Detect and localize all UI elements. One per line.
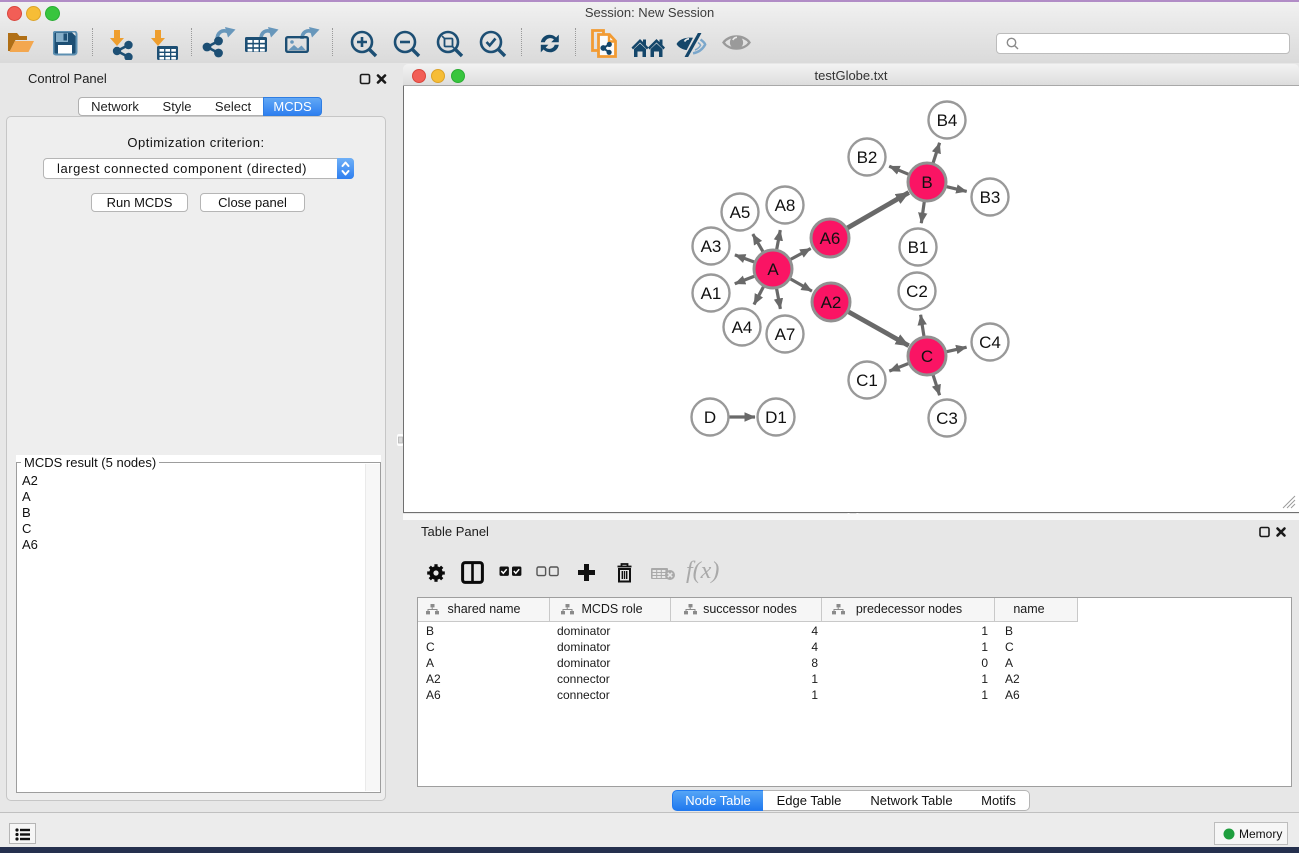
svg-text:B1: B1 <box>908 238 929 257</box>
svg-text:B3: B3 <box>980 188 1001 207</box>
svg-text:A6: A6 <box>820 229 841 248</box>
svg-text:A: A <box>767 260 779 279</box>
svg-text:D: D <box>704 408 716 427</box>
svg-text:A5: A5 <box>730 203 751 222</box>
svg-text:D1: D1 <box>765 408 787 427</box>
svg-text:A7: A7 <box>775 325 796 344</box>
svg-text:A8: A8 <box>775 196 796 215</box>
svg-text:B2: B2 <box>857 148 878 167</box>
svg-text:A4: A4 <box>732 318 753 337</box>
svg-text:B: B <box>921 173 932 192</box>
svg-text:C3: C3 <box>936 409 958 428</box>
svg-text:A1: A1 <box>701 284 722 303</box>
svg-text:A2: A2 <box>821 293 842 312</box>
svg-text:C: C <box>921 347 933 366</box>
svg-text:C1: C1 <box>856 371 878 390</box>
svg-text:B4: B4 <box>937 111 958 130</box>
svg-text:C2: C2 <box>906 282 928 301</box>
svg-text:C4: C4 <box>979 333 1001 352</box>
svg-text:A3: A3 <box>701 237 722 256</box>
